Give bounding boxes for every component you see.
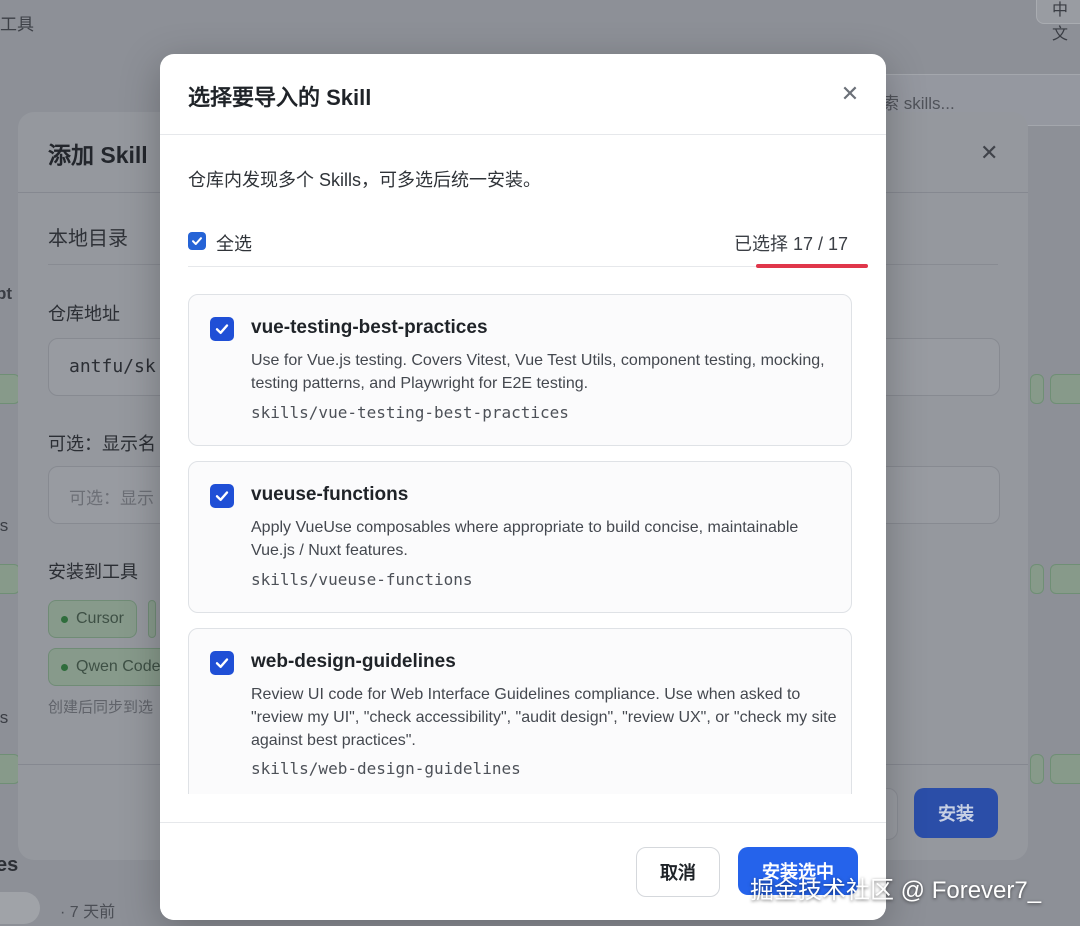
bg-fragment: ls [0,708,9,727]
check-icon [192,237,202,245]
skill-checkbox[interactable] [210,651,234,675]
tab-local-directory[interactable]: 本地目录 [48,222,128,251]
watermark: 掘金技术社区 @ Forever7_ [750,877,1042,904]
select-all-label[interactable]: 全选 [216,230,252,256]
skill-path: skills/vueuse-functions [251,570,473,589]
skill-card[interactable]: vue-testing-best-practices Use for Vue.j… [188,294,852,446]
skill-name: vueuse-functions [251,484,409,505]
bg-header-text: 工具 [0,15,34,34]
skill-card[interactable]: vueuse-functions Apply VueUse composable… [188,461,852,613]
status-dot [61,663,68,671]
skill-list[interactable]: vue-testing-best-practices Use for Vue.j… [188,294,852,794]
highlight-underline [756,264,868,268]
tool-chip-cursor[interactable]: Cursor [48,600,138,638]
bg-chip [0,564,20,594]
modal-description: 仓库内发现多个 Skills，可多选后统一安装。 [188,170,542,190]
repo-input-value: antfu/sk [69,356,156,377]
sync-hint: 创建后同步到选 [48,699,154,716]
add-skill-title: 添加 Skill [48,142,148,168]
bg-chip [1030,374,1044,404]
close-icon[interactable]: ✕ [836,80,864,108]
tool-chip-label: Cursor [76,610,125,627]
bg-language-label: 中文 [1052,2,1069,43]
bg-chip [1050,374,1080,404]
bg-chip [1030,564,1044,594]
select-skill-modal: 选择要导入的 Skill ✕ 仓库内发现多个 Skills，可多选后统一安装。 … [160,54,886,920]
repo-label: 仓库地址 [48,304,120,324]
select-all-checkbox[interactable] [188,232,206,250]
bg-fragment: ls [0,516,9,535]
skill-checkbox[interactable] [210,484,234,508]
skill-checkbox[interactable] [210,317,234,341]
install-to-label: 安装到工具 [48,562,138,582]
modal-title: 选择要导入的 Skill [188,85,372,110]
skill-name: web-design-guidelines [251,651,456,672]
tool-chip-qwen-code[interactable]: Qwen Code [48,648,174,686]
tool-chip-label: Qwen Code [76,658,161,675]
skill-description: Review UI code for Web Interface Guideli… [251,686,837,749]
cancel-button[interactable]: 取消 [636,847,720,897]
skill-path: skills/vue-testing-best-practices [251,403,569,422]
bg-chip [0,374,20,404]
bg-pill [0,892,40,924]
display-name-label: 可选：显示名 [48,434,156,454]
display-name-placeholder: 可选：显示 [69,489,154,508]
bg-timestamp: · 7 天前 [60,904,116,921]
bg-chip [1050,754,1080,784]
modal-header: 选择要导入的 Skill ✕ [160,54,886,135]
check-icon [215,491,229,501]
select-all-row: 全选 已选择 17 / 17 [188,226,858,267]
tool-chip[interactable] [148,600,156,638]
bg-chip [0,754,20,784]
selected-count: 已选择 17 / 17 [733,234,848,254]
bg-chip [1050,564,1080,594]
skill-name: vue-testing-best-practices [251,317,488,338]
check-icon [215,658,229,668]
bg-chip [1030,754,1044,784]
skill-card[interactable]: web-design-guidelines Review UI code for… [188,628,852,794]
bg-search-placeholder: 索 skills... [882,94,955,113]
close-icon[interactable]: ✕ [980,140,998,166]
skill-description: Use for Vue.js testing. Covers Vitest, V… [251,352,825,392]
skill-path: skills/web-design-guidelines [251,759,521,778]
skill-description: Apply VueUse composables where appropria… [251,519,799,559]
bg-fragment: pt [0,284,13,303]
status-dot [61,615,68,623]
bg-section-title: es [0,854,19,876]
check-icon [215,324,229,334]
install-button[interactable]: 安装 [914,788,998,838]
